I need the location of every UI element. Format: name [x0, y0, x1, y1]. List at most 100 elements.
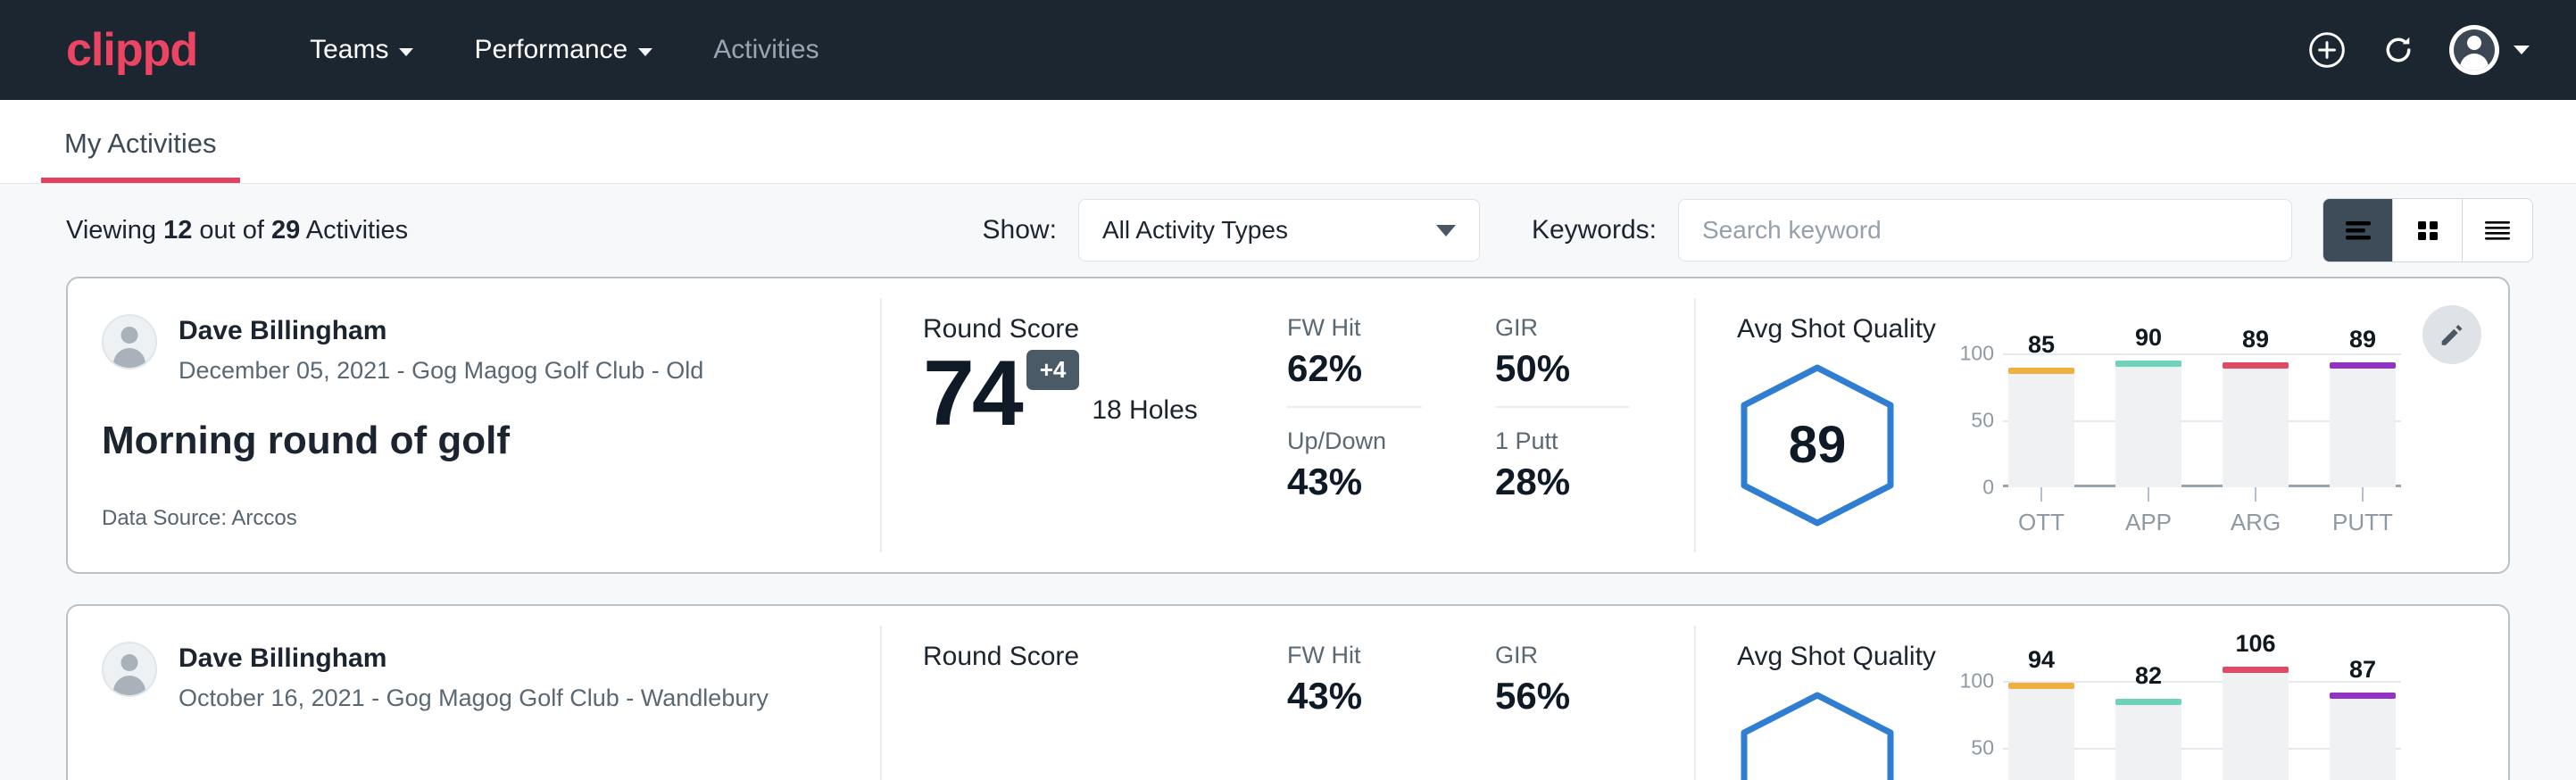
y-tick: 50 [1971, 409, 1994, 433]
stat-fw-hit: FW Hit 43% [1287, 642, 1486, 718]
y-tick: 100 [1960, 669, 1994, 693]
avatar [2449, 25, 2499, 75]
activity-meta: October 16, 2021 - Gog Magog Golf Club -… [179, 685, 769, 712]
chart-bar-app: 90 [2115, 353, 2181, 487]
tab-strip: My Activities [0, 100, 2576, 184]
view-mode-grid[interactable] [2393, 199, 2463, 261]
y-tick: 0 [1982, 476, 1994, 500]
x-label: ARG [2223, 509, 2289, 536]
activity-list: Dave Billingham December 05, 2021 - Gog … [0, 277, 2576, 780]
stat-grid-top: FW Hit 62% GIR 50% Up/Down 43% 1 Putt 28… [1287, 314, 1694, 503]
filter-bar: Viewing 12 out of 29 Activities Show: Al… [0, 184, 2576, 277]
activity-title: Morning round of golf [102, 419, 853, 463]
x-tick [2148, 487, 2149, 502]
search-box[interactable] [1678, 199, 2292, 261]
activity-meta: December 05, 2021 - Gog Magog Golf Club … [179, 357, 703, 385]
stat-one-putt: 1 Putt 28% [1495, 427, 1694, 503]
quality-score-value [1737, 690, 1898, 780]
view-mode-list[interactable] [2323, 199, 2393, 261]
bar-value-label: 106 [2223, 630, 2289, 658]
chart-bar-putt: 89 [2330, 353, 2396, 487]
quality-hexagon [1737, 690, 1915, 780]
chart-bars: 85 90 [2003, 353, 2401, 487]
chart-bar-arg: 106 [2223, 681, 2289, 780]
keywords-label: Keywords: [1532, 215, 1657, 245]
bar-value-label: 87 [2330, 656, 2396, 684]
primary-nav: Teams Performance Activities [279, 35, 849, 65]
stat-value: 28% [1495, 461, 1662, 503]
refresh-button[interactable] [2378, 29, 2419, 71]
stat-gir: GIR 50% [1495, 314, 1694, 427]
chart-bar-ott: 94 [2008, 681, 2074, 780]
add-button[interactable] [2306, 29, 2347, 71]
pencil-icon [2437, 319, 2467, 350]
bar-value-label: 82 [2115, 662, 2181, 690]
refresh-icon [2379, 30, 2418, 70]
nav-item-performance[interactable]: Performance [444, 35, 683, 65]
viewing-count-text: Viewing 12 out of 29 Activities [66, 216, 408, 245]
nav-item-teams[interactable]: Teams [279, 35, 444, 65]
nav-item-activities-label: Activities [713, 35, 819, 65]
activity-info: Dave Billingham December 05, 2021 - Gog … [68, 278, 880, 572]
x-tick [2255, 487, 2256, 502]
chart-bar-putt: 87 [2330, 681, 2396, 780]
round-stats: FW Hit 43% GIR 56% [1275, 606, 1694, 780]
navbar-actions [2306, 25, 2530, 75]
nav-item-activities[interactable]: Activities [683, 35, 849, 65]
round-score-label: Round Score [923, 642, 1275, 672]
chart-bar-app: 82 [2115, 681, 2181, 780]
x-category-app: APP [2115, 487, 2181, 536]
chart-y-axis: 100 50 0 [1951, 681, 2003, 780]
view-mode-compact[interactable] [2463, 199, 2532, 261]
list-view-icon [2340, 216, 2376, 245]
bar-cap [2115, 699, 2181, 705]
round-score-value: 74 [923, 350, 1021, 438]
bar-value-label: 94 [2008, 646, 2074, 674]
chevron-down-icon [2514, 46, 2530, 54]
view-mode-toggle [2323, 198, 2533, 262]
data-source: Data Source: Arccos [102, 506, 853, 531]
chevron-down-icon [399, 48, 413, 56]
round-score-section: Round Score [882, 606, 1275, 780]
edit-activity-button[interactable] [2422, 305, 2481, 364]
clippd-logo[interactable]: clippd [66, 27, 197, 73]
y-tick: 50 [1971, 736, 1994, 760]
stat-value: 62% [1287, 347, 1454, 390]
stat-grid-top: FW Hit 43% GIR 56% [1287, 642, 1694, 718]
viewing-mid: out of [192, 216, 271, 245]
player-name: Dave Billingham [179, 314, 703, 348]
round-stats: FW Hit 62% GIR 50% Up/Down 43% 1 Putt 28… [1275, 278, 1694, 572]
activity-info: Dave Billingham October 16, 2021 - Gog M… [68, 606, 880, 780]
account-menu[interactable] [2449, 25, 2530, 75]
bar-cap [2115, 361, 2181, 367]
chart-bars: 94 82 [2003, 681, 2401, 780]
chevron-down-icon [1436, 225, 1456, 236]
bar-cap [2008, 683, 2074, 689]
x-label: PUTT [2330, 509, 2396, 536]
nav-item-teams-label: Teams [310, 35, 388, 65]
avatar [102, 314, 157, 369]
chevron-down-icon [638, 48, 652, 56]
y-tick: 100 [1960, 342, 1994, 366]
show-label: Show: [983, 215, 1057, 245]
bar-cap [2330, 362, 2396, 369]
divider [1287, 406, 1422, 408]
stat-label: GIR [1495, 642, 1662, 669]
activity-card[interactable]: Dave Billingham October 16, 2021 - Gog M… [66, 604, 2510, 780]
bar-value-label: 89 [2330, 326, 2396, 353]
activity-card[interactable]: Dave Billingham December 05, 2021 - Gog … [66, 277, 2510, 574]
search-input[interactable] [1702, 216, 2268, 245]
stat-value: 56% [1495, 675, 1662, 718]
activity-type-select[interactable]: All Activity Types [1078, 199, 1480, 261]
tab-my-activities[interactable]: My Activities [41, 128, 240, 183]
stat-value: 50% [1495, 347, 1662, 390]
shot-quality-body: 89 100 50 0 [1737, 353, 2401, 536]
quality-hexagon: 89 [1737, 362, 1915, 528]
score-delta-badge: +4 [1026, 350, 1080, 390]
bar-cap [2223, 667, 2289, 673]
x-tick [2362, 487, 2364, 502]
x-category-arg: ARG [2223, 487, 2289, 536]
stat-value: 43% [1287, 675, 1454, 718]
viewing-count: 12 [163, 216, 192, 245]
bar-cap [2330, 693, 2396, 699]
